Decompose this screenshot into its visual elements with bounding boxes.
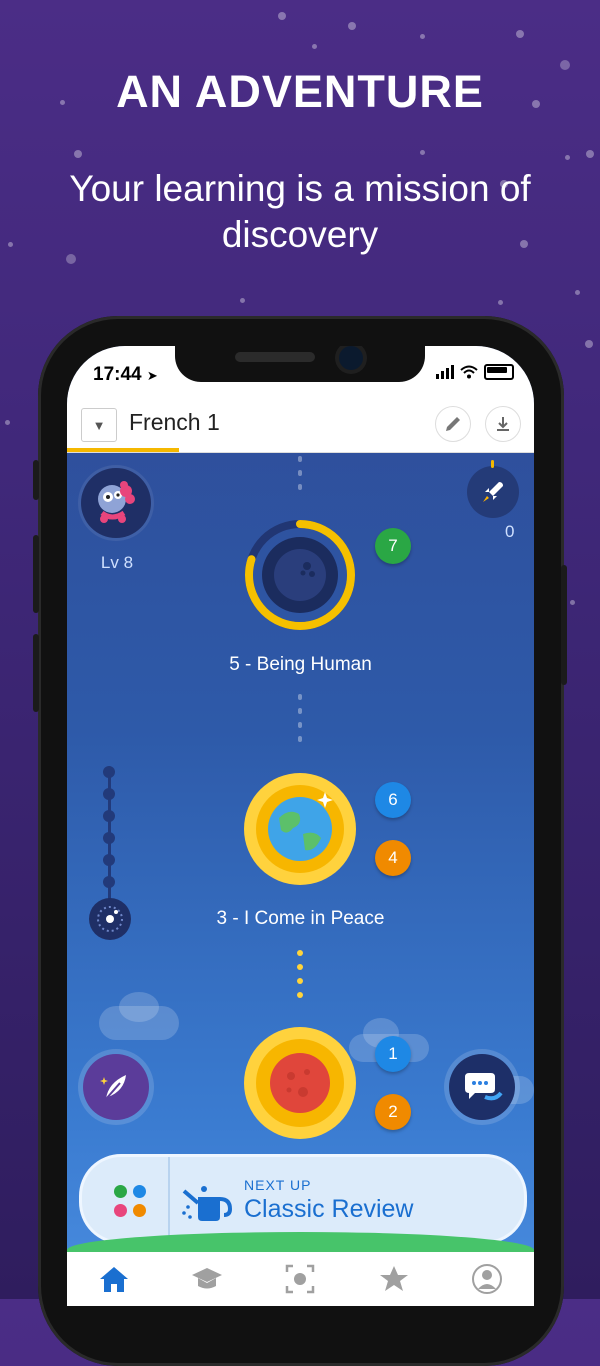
level-node[interactable] bbox=[243, 518, 357, 632]
phone-camera bbox=[339, 346, 363, 370]
edit-button[interactable] bbox=[435, 406, 471, 442]
wifi-icon bbox=[460, 365, 478, 379]
path-dots bbox=[293, 456, 307, 490]
phone-volume-up bbox=[33, 535, 39, 613]
level-title[interactable]: 3 - I Come in Peace bbox=[67, 908, 534, 930]
tab-learn[interactable] bbox=[182, 1259, 232, 1299]
tab-home[interactable] bbox=[89, 1259, 139, 1299]
star-icon bbox=[379, 1266, 408, 1291]
next-up-kicker: NEXT UP bbox=[244, 1177, 312, 1193]
course-dropdown-button[interactable]: ▼ bbox=[81, 408, 117, 442]
phone-volume-down bbox=[33, 634, 39, 712]
graduation-cap-icon bbox=[192, 1268, 223, 1289]
rocket-icon bbox=[483, 482, 503, 502]
chevron-down-icon: ▼ bbox=[92, 417, 106, 433]
profile-icon bbox=[472, 1264, 503, 1294]
level-node[interactable] bbox=[243, 1026, 357, 1140]
promo-subline: Your learning is a mission of discovery bbox=[69, 168, 531, 255]
level-progress-ring bbox=[245, 520, 355, 630]
chat-bubble-icon bbox=[465, 1073, 503, 1101]
rocket-indicator bbox=[491, 460, 494, 468]
level-badge[interactable]: 1 bbox=[375, 1036, 411, 1072]
level-title[interactable]: 5 - Being Human bbox=[67, 654, 534, 676]
next-up-title: Classic Review bbox=[244, 1195, 414, 1223]
cellular-signal-icon bbox=[436, 365, 454, 379]
download-button[interactable] bbox=[485, 406, 521, 442]
next-up-button[interactable]: NEXT UP Classic Review bbox=[79, 1154, 527, 1244]
rocket-button[interactable] bbox=[467, 466, 519, 518]
phone-notch bbox=[175, 346, 425, 382]
course-title[interactable]: French 1 bbox=[129, 409, 220, 436]
battery-icon bbox=[484, 364, 514, 380]
app-bar: ▼ French 1 bbox=[67, 402, 534, 453]
level-label: Lv 8 bbox=[100, 553, 134, 572]
alien-avatar-icon bbox=[98, 481, 135, 523]
level-badge[interactable]: 6 bbox=[375, 782, 411, 818]
promo-headline: AN ADVENTURE bbox=[116, 66, 484, 117]
tab-favorites[interactable] bbox=[369, 1259, 419, 1299]
next-up-divider bbox=[168, 1157, 170, 1241]
status-time: 17:44 ➤ bbox=[93, 364, 158, 385]
level-badge[interactable]: 7 bbox=[375, 528, 411, 564]
phone-power-button bbox=[561, 565, 567, 685]
scan-icon bbox=[286, 1264, 315, 1294]
level-node[interactable] bbox=[243, 772, 357, 886]
tab-bar bbox=[67, 1252, 534, 1306]
phone-speaker bbox=[235, 352, 315, 362]
earth-planet-icon bbox=[244, 773, 356, 885]
level-badge[interactable]: 2 bbox=[375, 1094, 411, 1130]
chat-button[interactable] bbox=[449, 1054, 515, 1120]
red-planet-icon bbox=[244, 1027, 356, 1139]
course-progress-bar bbox=[67, 448, 179, 452]
location-arrow-icon: ➤ bbox=[146, 368, 158, 383]
download-icon bbox=[497, 417, 509, 431]
path-dots bbox=[293, 694, 307, 742]
pencil-icon bbox=[446, 417, 460, 431]
app-screen: 17:44 ➤ ▼ French 1 Lv 8 0 7 5 - Being Hu… bbox=[67, 346, 534, 1306]
home-icon bbox=[99, 1267, 128, 1292]
phone-mute-switch bbox=[33, 460, 39, 500]
course-menu-icon bbox=[114, 1185, 148, 1219]
level-badge[interactable]: 4 bbox=[375, 840, 411, 876]
tab-scan[interactable] bbox=[275, 1259, 325, 1299]
path-dots-completed bbox=[293, 950, 307, 998]
watering-can-icon bbox=[182, 1186, 233, 1221]
cloud bbox=[119, 992, 159, 1022]
rocket-count: 0 bbox=[505, 522, 515, 541]
profile-avatar-button[interactable] bbox=[81, 468, 151, 538]
notes-button[interactable] bbox=[83, 1054, 149, 1120]
feather-icon bbox=[100, 1075, 126, 1100]
tab-profile[interactable] bbox=[462, 1259, 512, 1299]
